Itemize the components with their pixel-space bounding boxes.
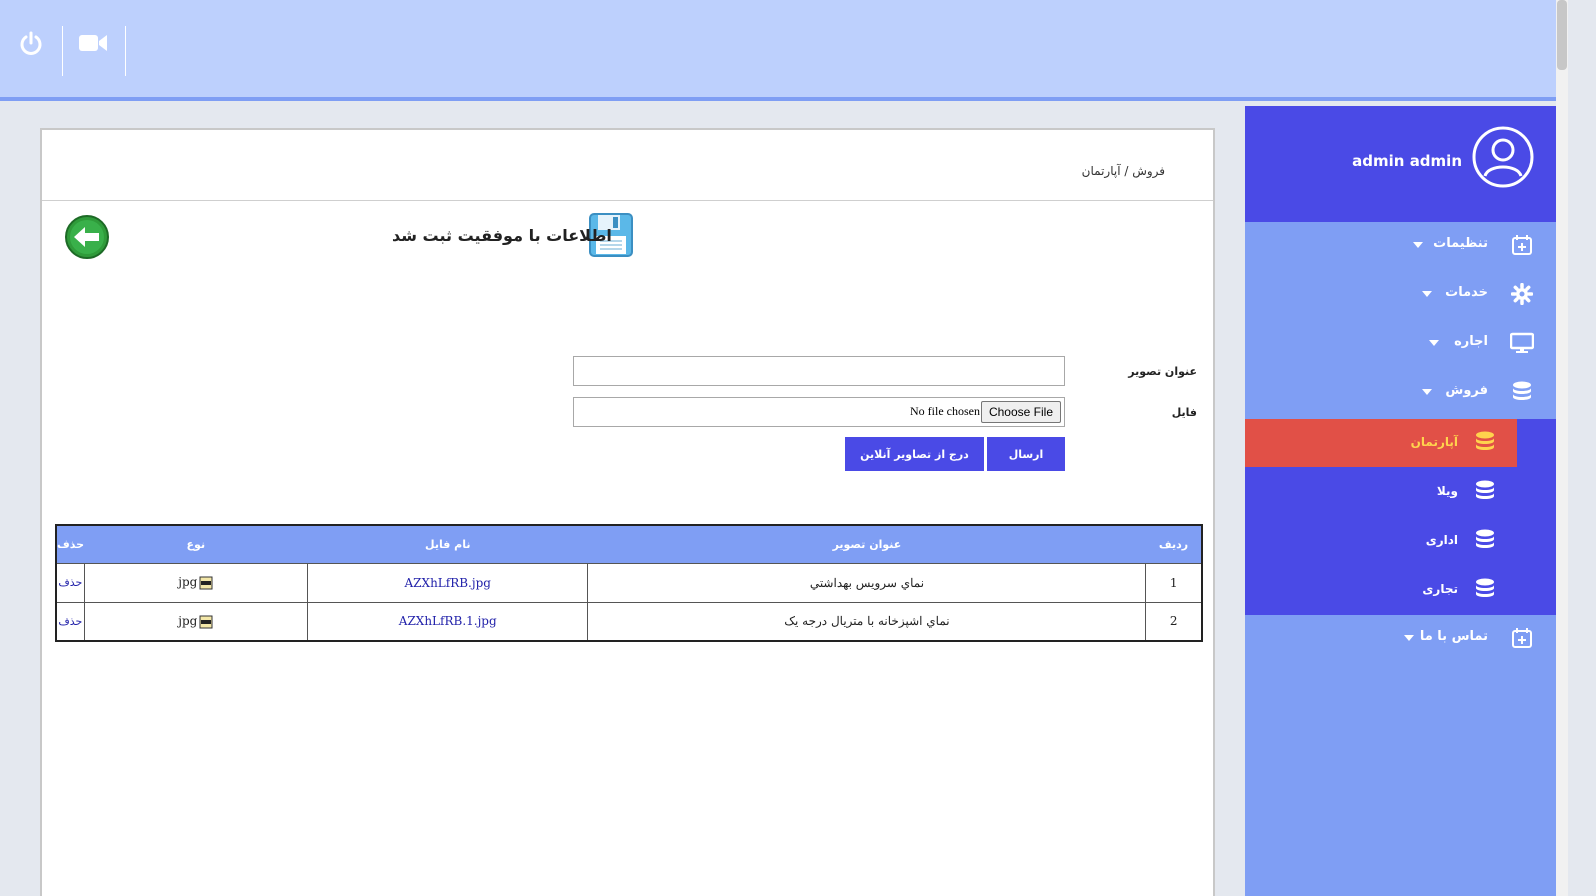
toolbar-divider (125, 26, 126, 76)
insert-online-images-button[interactable]: درج از تصاویر آنلاین (845, 437, 984, 471)
sidebar-item-rent[interactable]: اجاره (1245, 323, 1556, 363)
success-message: اطلاعات با موفقیت ثبت شد (392, 226, 612, 245)
sidebar-user-header: admin admin (1245, 106, 1556, 222)
jpg-file-icon (199, 576, 213, 590)
top-bar (0, 0, 1556, 101)
submenu-item-label: ویلا (1436, 484, 1458, 498)
image-title: نماي سرويس بهداشتي (587, 562, 1147, 603)
submenu-item-office[interactable]: اداری (1245, 517, 1556, 565)
database-icon (1510, 380, 1534, 404)
row-number: 2 (1145, 601, 1203, 642)
sidebar-item-label: اجاره (1454, 334, 1488, 349)
user-avatar-icon[interactable] (1472, 126, 1534, 188)
sidebar-item-services[interactable]: خدمات (1245, 274, 1556, 314)
table-row: 1 نماي سرويس بهداشتي AZXhLfRB.jpg jpg حذ… (55, 562, 1203, 603)
submenu-item-label: آپارتمان (1410, 435, 1458, 449)
column-header-type: نوع (84, 525, 308, 563)
back-arrow-icon[interactable] (64, 214, 110, 260)
sidebar-item-contact[interactable]: تماس با ما (1245, 618, 1556, 658)
delete-link[interactable]: حذف (55, 562, 85, 603)
database-icon (1475, 529, 1499, 553)
calendar-plus-icon (1510, 233, 1534, 257)
monitor-icon (1510, 331, 1534, 355)
file-status: No file chosen (910, 404, 980, 418)
column-header-delete: حذف (56, 525, 85, 563)
content-panel: فروش / آپارتمان اطلاعات با موفقیت ثبت شد… (40, 128, 1215, 896)
image-title: نماي اشپزخانه با متريال درجه يک (587, 601, 1147, 642)
file-type-label: jpg (178, 575, 198, 590)
chevron-down-icon (1422, 389, 1432, 395)
sale-submenu: آپارتمان ویلا اداری تجاری (1245, 419, 1556, 615)
database-icon (1475, 431, 1499, 455)
user-name: admin admin (1352, 152, 1462, 170)
sidebar-item-label: فروش (1445, 383, 1488, 398)
file-type: jpg (83, 601, 309, 642)
breadcrumb: فروش / آپارتمان (1081, 164, 1165, 178)
chevron-down-icon (1413, 242, 1423, 248)
scrollbar-thumb[interactable] (1557, 0, 1567, 70)
sidebar: admin admin تنظیمات خدمات اجاره فروش آپا… (1245, 106, 1556, 896)
table-row: 2 نماي اشپزخانه با متريال درجه يک AZXhLf… (55, 601, 1203, 642)
database-icon (1475, 578, 1499, 602)
submenu-item-commercial[interactable]: تجاری (1245, 566, 1556, 614)
table-header-row: ردیف عنوان تصویر نام فایل نوع حذف (56, 525, 1202, 563)
submenu-item-label: اداری (1425, 533, 1458, 547)
jpg-file-icon (199, 615, 213, 629)
delete-link[interactable]: حذف (55, 601, 85, 642)
panel-header: فروش / آپارتمان (42, 130, 1213, 201)
chevron-down-icon (1422, 291, 1432, 297)
file-input[interactable]: Choose File No file chosen (573, 397, 1065, 427)
file-name-link[interactable]: AZXhLfRB.jpg (306, 562, 589, 603)
row-number: 1 (1145, 562, 1203, 603)
gear-icon (1510, 282, 1534, 306)
database-icon (1475, 480, 1499, 504)
file-type-label: jpg (178, 614, 198, 628)
sidebar-item-settings[interactable]: تنظیمات (1245, 225, 1556, 265)
column-header-row: ردیف (1145, 525, 1202, 563)
file-label: فایل (1171, 406, 1197, 419)
file-name-link[interactable]: AZXhLfRB.1.jpg (306, 601, 589, 642)
file-type: jpg (83, 562, 309, 603)
images-table: ردیف عنوان تصویر نام فایل نوع حذف 1 نماي… (55, 524, 1203, 642)
sidebar-item-sale[interactable]: فروش (1245, 372, 1556, 412)
choose-file-button[interactable]: Choose File (980, 401, 1061, 423)
column-header-filename: نام فایل (307, 525, 588, 563)
sidebar-item-label: تنظیمات (1433, 236, 1488, 251)
image-title-input[interactable] (573, 356, 1065, 386)
power-icon[interactable] (16, 28, 46, 58)
image-title-label: عنوان تصویر (1128, 365, 1197, 378)
toolbar-divider (62, 26, 63, 76)
scrollbar[interactable] (1556, 0, 1568, 896)
submenu-item-label: تجاری (1422, 582, 1458, 596)
column-header-title: عنوان تصویر (587, 525, 1146, 563)
sidebar-item-label: خدمات (1445, 285, 1488, 300)
submit-button[interactable]: ارسال (987, 437, 1065, 471)
chevron-down-icon (1404, 635, 1414, 641)
submenu-item-apartment[interactable]: آپارتمان (1245, 419, 1517, 467)
submenu-item-villa[interactable]: ویلا (1245, 468, 1556, 516)
chevron-down-icon (1429, 340, 1439, 346)
calendar-plus-icon (1510, 626, 1534, 650)
sidebar-item-label: تماس با ما (1419, 629, 1488, 644)
video-camera-icon[interactable] (78, 28, 108, 58)
